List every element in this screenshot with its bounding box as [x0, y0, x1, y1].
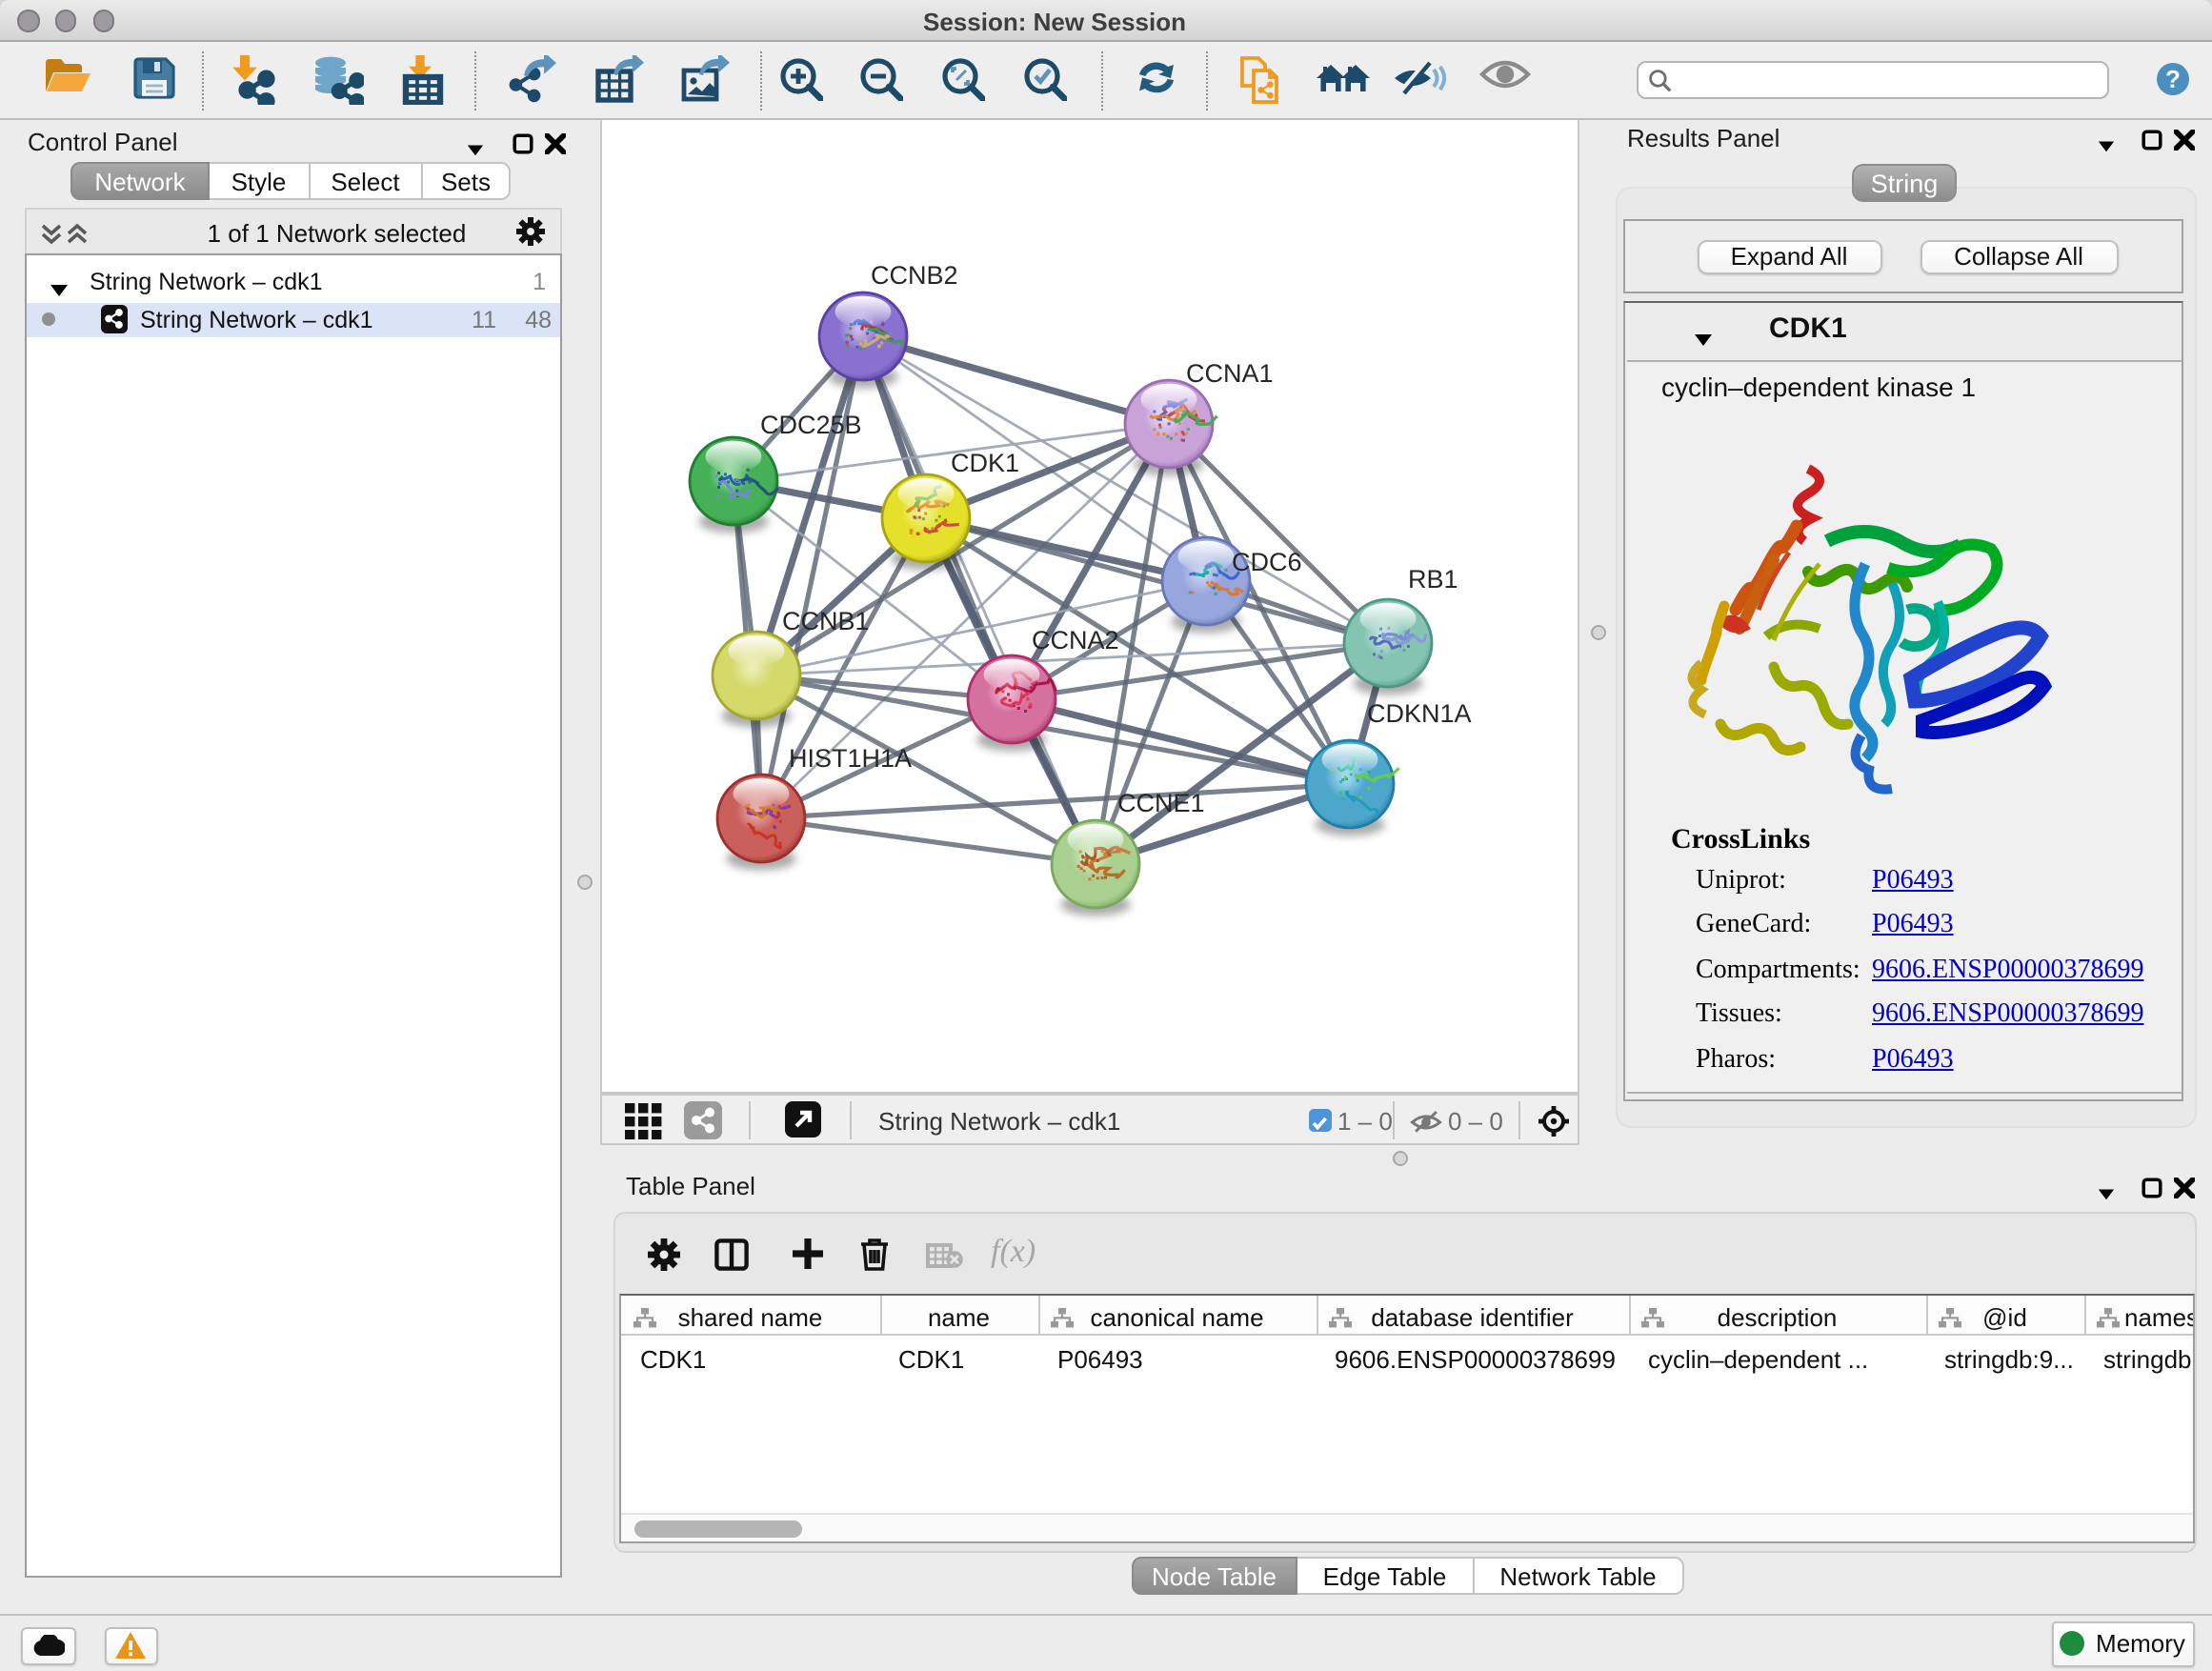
svg-text:CDKN1A: CDKN1A	[1366, 698, 1471, 727]
svg-text:CCNA2: CCNA2	[1031, 625, 1118, 654]
svg-text:CCNE1: CCNE1	[1116, 788, 1204, 816]
svg-text:RB1: RB1	[1407, 564, 1458, 593]
svg-text:HIST1H1A: HIST1H1A	[788, 743, 911, 772]
svg-text:CCNA1: CCNA1	[1185, 358, 1273, 387]
svg-text:CDC6: CDC6	[1231, 547, 1301, 575]
svg-text:CDC25B: CDC25B	[759, 410, 861, 438]
svg-text:CCNB2: CCNB2	[870, 260, 957, 289]
svg-text:CDK1: CDK1	[950, 448, 1018, 476]
svg-text:CCNB1: CCNB1	[781, 606, 869, 634]
